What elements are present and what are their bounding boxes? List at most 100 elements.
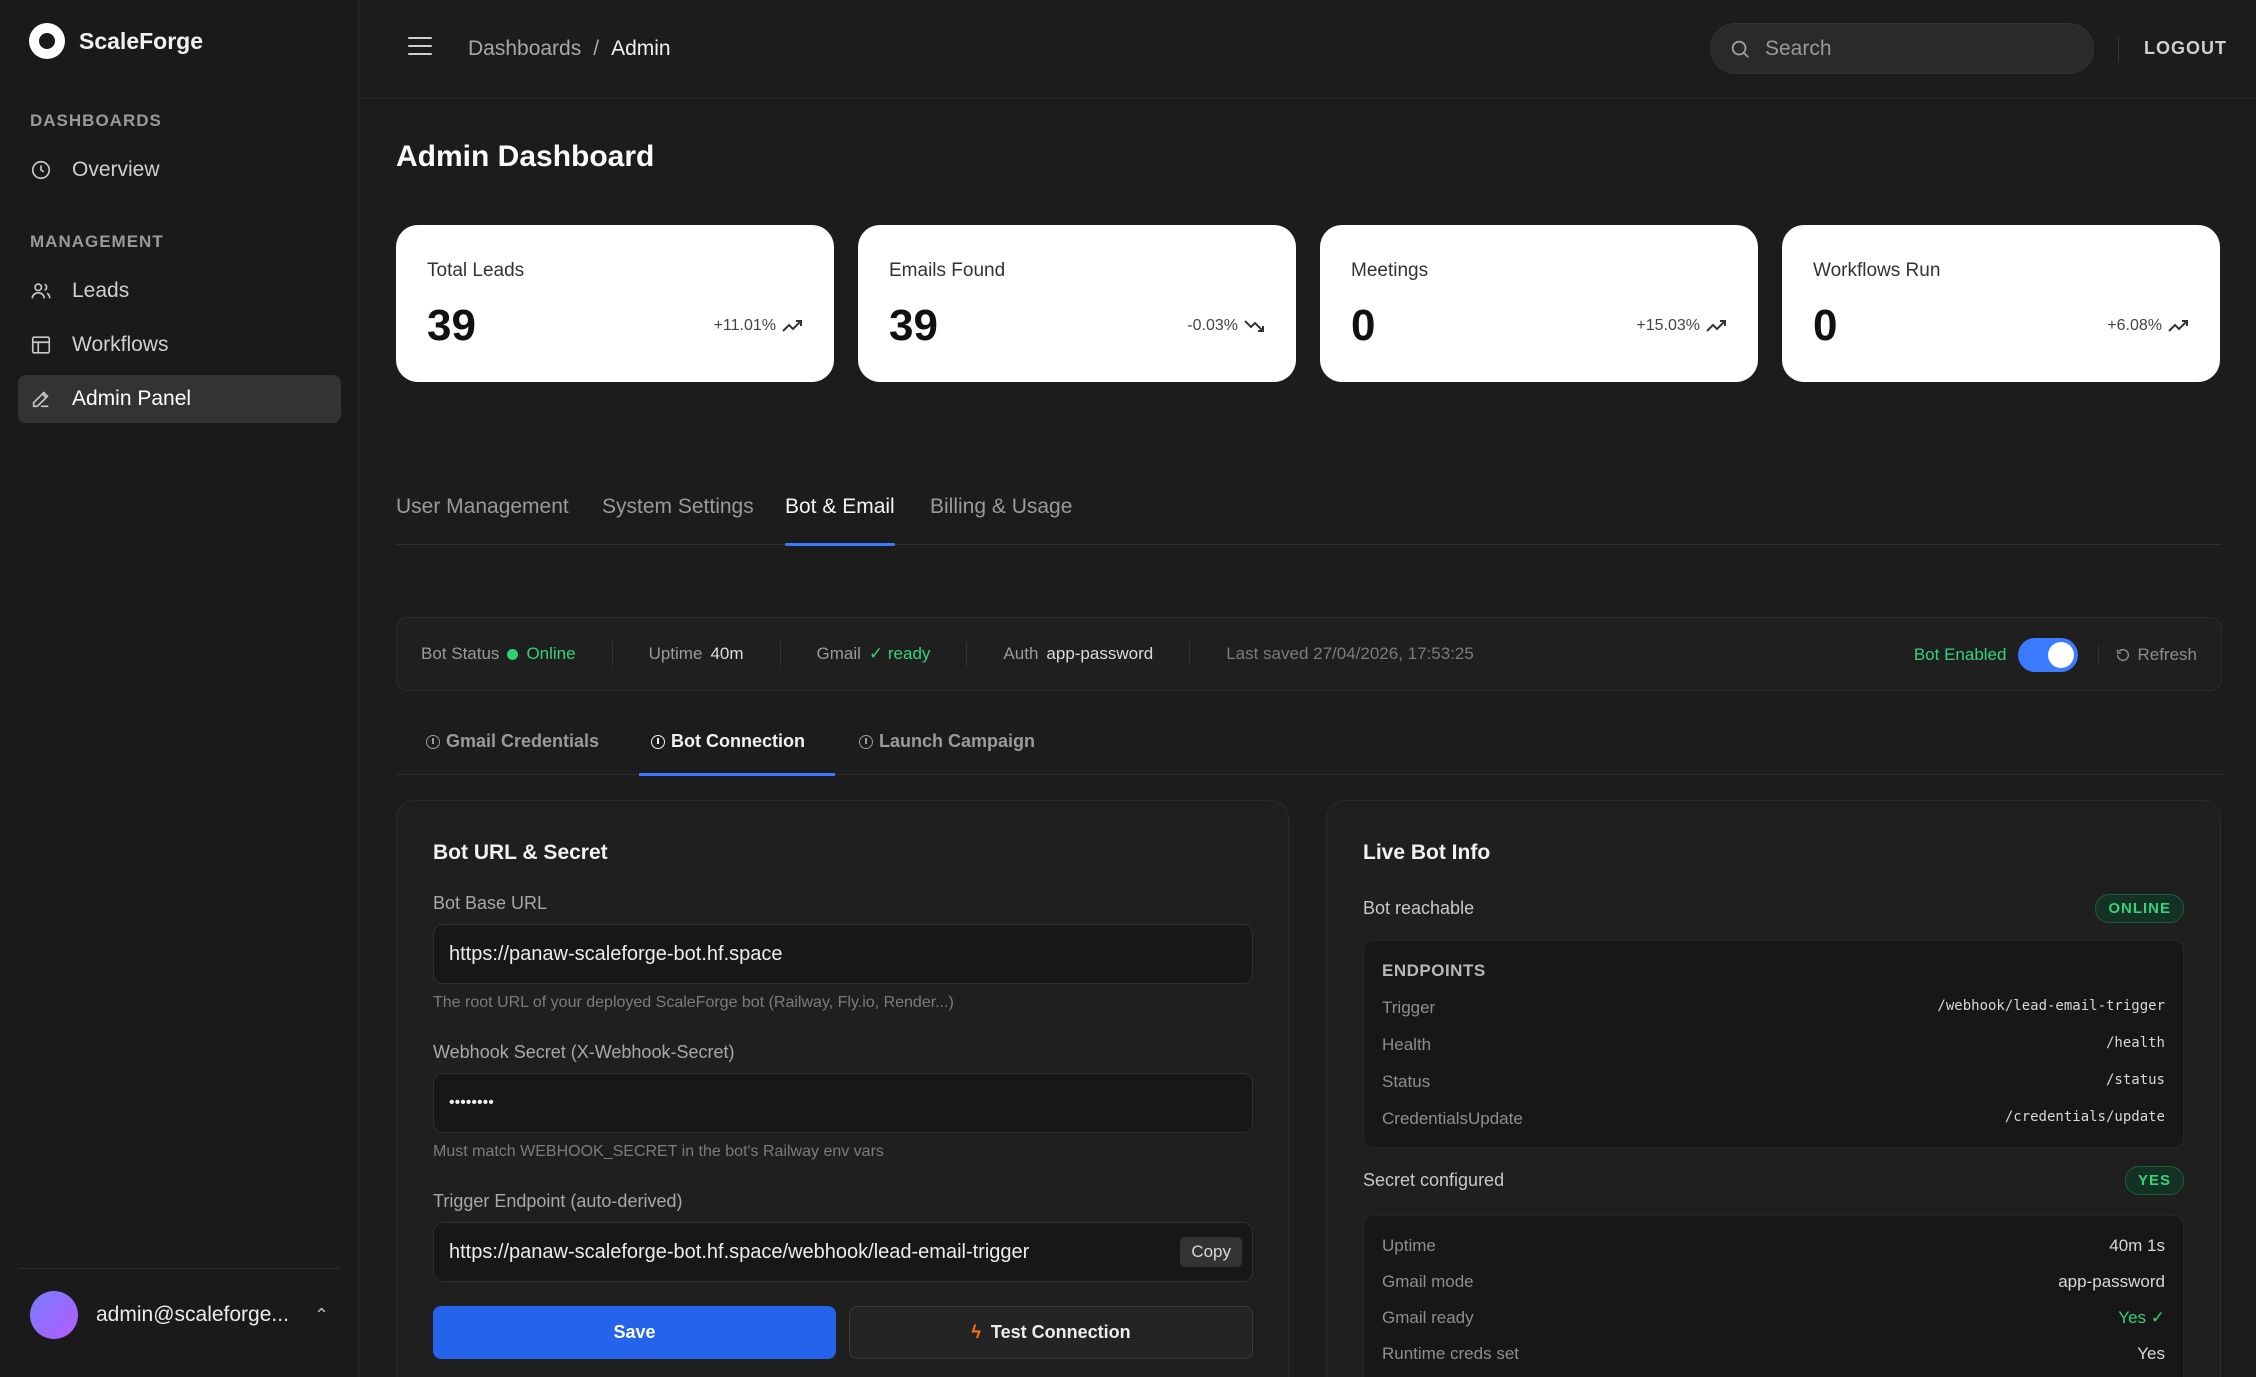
breadcrumb-separator: / xyxy=(593,37,600,60)
sidebar-item-label: Overview xyxy=(72,158,160,181)
webhook-secret-label: Webhook Secret (X-Webhook-Secret) xyxy=(433,1042,735,1062)
stat-delta-value: +15.03% xyxy=(1636,317,1700,334)
info-icon xyxy=(426,734,440,749)
subtab-bot-connection[interactable]: Bot Connection xyxy=(639,714,835,776)
tab-user-management[interactable]: User Management xyxy=(396,490,569,545)
trend-up-icon xyxy=(1706,320,1726,332)
sidebar-item-label: Leads xyxy=(72,279,130,302)
endpoint-name: CredentialsUpdate xyxy=(1382,1109,1523,1128)
secret-configured-label: Secret configured xyxy=(1363,1170,1505,1190)
detail-name: Uptime xyxy=(1382,1236,1436,1255)
bot-status-value: Online xyxy=(526,644,576,663)
detail-name: Gmail ready xyxy=(1382,1308,1474,1327)
bot-base-url-field[interactable] xyxy=(433,924,1253,984)
sidebar-item-admin-panel[interactable]: Admin Panel xyxy=(18,375,341,423)
endpoint-path: /status xyxy=(2105,1072,2165,1088)
bot-base-url-input[interactable] xyxy=(449,942,1149,966)
tab-bot-email[interactable]: Bot & Email xyxy=(785,490,895,546)
divider xyxy=(1189,642,1191,666)
endpoint-row: Status /status xyxy=(1382,1072,2165,1092)
search-input[interactable] xyxy=(1765,36,2065,61)
divider xyxy=(966,642,968,666)
admin-tabs: User Management System Settings Bot & Em… xyxy=(396,490,2222,546)
uptime: Uptime 40m xyxy=(649,644,744,664)
breadcrumb-dashboards[interactable]: Dashboards xyxy=(468,37,581,61)
stat-label: Meetings xyxy=(1351,260,1429,281)
info-icon xyxy=(859,734,873,749)
runtime-details-box: Uptime 40m 1s Gmail mode app-password Gm… xyxy=(1363,1215,2184,1377)
search-box[interactable] xyxy=(1710,23,2094,74)
endpoint-path: /health xyxy=(2105,1035,2165,1051)
panel-title: Bot URL & Secret xyxy=(433,841,608,864)
status-badge: ONLINE xyxy=(2095,894,2184,923)
bot-reachable-row: Bot reachable ONLINE xyxy=(1363,894,2184,923)
trigger-endpoint-label: Trigger Endpoint (auto-derived) xyxy=(433,1191,683,1211)
sidebar-item-workflows[interactable]: Workflows xyxy=(18,321,341,369)
avatar xyxy=(30,1291,78,1339)
test-connection-button[interactable]: ϟ Test Connection xyxy=(849,1306,1253,1359)
user-email: admin@scaleforge... xyxy=(96,1303,289,1326)
sidebar-item-overview[interactable]: Overview xyxy=(18,146,341,194)
auth-value: app-password xyxy=(1046,644,1154,663)
detail-value: 40m 1s xyxy=(2109,1236,2165,1255)
stat-delta-value: +11.01% xyxy=(713,317,776,334)
secret-configured-row: Secret configured YES xyxy=(1363,1166,2184,1195)
bot-subtabs: Gmail Credentials Bot Connection Launch … xyxy=(396,714,2222,776)
stat-delta: -0.03% xyxy=(1187,317,1266,335)
brand[interactable]: ScaleForge xyxy=(29,23,203,59)
endpoints-box: ENDPOINTS Trigger /webhook/lead-email-tr… xyxy=(1363,940,2184,1148)
subtab-gmail-credentials[interactable]: Gmail Credentials xyxy=(426,714,599,775)
stat-delta-value: -0.03% xyxy=(1187,317,1238,334)
table-icon xyxy=(31,336,51,354)
stat-label: Workflows Run xyxy=(1813,260,1941,281)
copy-button[interactable]: Copy xyxy=(1180,1237,1242,1267)
hamburger-menu-icon[interactable] xyxy=(408,37,432,57)
pen-icon xyxy=(32,391,49,408)
user-menu[interactable]: admin@scaleforge... ⌃ xyxy=(18,1285,341,1345)
tab-system-settings[interactable]: System Settings xyxy=(602,490,754,545)
gmail-value: ✓ ready xyxy=(868,644,931,663)
logout-button[interactable]: LOGOUT xyxy=(2144,38,2227,59)
sidebar-item-leads[interactable]: Leads xyxy=(18,267,341,315)
stat-delta: +6.08% xyxy=(2107,317,2190,335)
bot-base-url-hint: The root URL of your deployed ScaleForge… xyxy=(433,994,954,1011)
bot-status-bar: Bot Status Online Uptime 40m Gmail ✓ rea… xyxy=(396,617,2222,691)
bot-enabled-toggle[interactable] xyxy=(2018,638,2079,672)
webhook-secret-field[interactable] xyxy=(433,1073,1253,1133)
stat-label: Total Leads xyxy=(427,260,525,281)
topbar: Dashboards / Admin LOGOUT xyxy=(360,0,2256,99)
subtab-label: Launch Campaign xyxy=(879,731,1036,751)
status-dot-icon xyxy=(507,648,519,660)
endpoint-name: Health xyxy=(1382,1035,1432,1054)
endpoints-title: ENDPOINTS xyxy=(1382,961,1486,980)
brand-name: ScaleForge xyxy=(79,27,203,54)
stat-card-meetings: Meetings 0 +15.03% xyxy=(1320,225,1758,382)
endpoint-row: Trigger /webhook/lead-email-trigger xyxy=(1382,998,2165,1018)
subtab-launch-campaign[interactable]: Launch Campaign xyxy=(859,714,1035,775)
trend-down-icon xyxy=(1244,320,1264,332)
webhook-secret-input[interactable] xyxy=(449,1094,1149,1112)
sidebar-section-management: MANAGEMENT xyxy=(30,232,164,251)
endpoint-row: CredentialsUpdate /credentials/update xyxy=(1382,1109,2165,1129)
search-icon xyxy=(1731,40,1749,58)
auth-mode: Auth app-password xyxy=(1003,644,1153,664)
stat-value: 0 xyxy=(1813,301,1838,350)
subtab-label: Bot Connection xyxy=(671,731,805,751)
save-button[interactable]: Save xyxy=(433,1306,836,1359)
detail-row: Uptime 40m 1s xyxy=(1382,1236,2165,1256)
detail-value: Yes xyxy=(2137,1344,2165,1363)
auth-label: Auth xyxy=(1003,644,1039,663)
trigger-endpoint-input xyxy=(449,1240,1149,1264)
refresh-button[interactable]: Refresh xyxy=(2098,645,2197,665)
detail-row: Runtime creds set Yes xyxy=(1382,1344,2165,1364)
trigger-endpoint-field: Copy xyxy=(433,1222,1253,1282)
refresh-icon xyxy=(2117,648,2130,662)
tab-billing-usage[interactable]: Billing & Usage xyxy=(930,490,1072,545)
stat-value: 0 xyxy=(1351,301,1376,350)
bot-enabled-label: Bot Enabled xyxy=(1913,645,2007,664)
divider xyxy=(779,642,781,666)
sidebar-item-label: Workflows xyxy=(72,333,169,356)
status-badge: YES xyxy=(2124,1166,2184,1195)
brand-logo-icon xyxy=(29,23,65,59)
subtab-label: Gmail Credentials xyxy=(446,731,600,751)
